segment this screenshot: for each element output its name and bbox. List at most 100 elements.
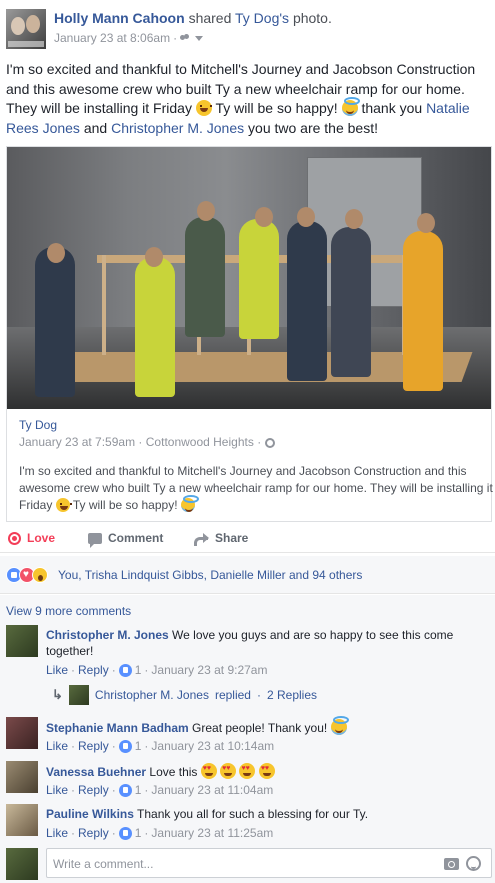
comment-icon	[88, 532, 102, 548]
footer-separator: ·	[144, 783, 149, 797]
commenter-name[interactable]: Pauline Wilkins	[46, 807, 134, 821]
like-count-icon	[118, 739, 132, 753]
comment-body: Pauline Wilkins Thank you all for such a…	[46, 806, 486, 822]
comment-like-link[interactable]: Like	[46, 783, 68, 797]
author-name-link[interactable]: Holly Mann Cahoon	[54, 10, 185, 26]
comment-footer: Like · Reply · 1 · January 23 at 11:25am	[46, 826, 273, 840]
love-reaction-icon	[8, 531, 21, 545]
comment-button[interactable]: Comment	[88, 531, 164, 548]
shared-author-link[interactable]: Ty Dog	[19, 418, 57, 432]
post-text-part2: Ty will be so happy!	[215, 100, 338, 116]
grin-emoji-icon	[195, 100, 212, 116]
commenter-avatar[interactable]	[6, 804, 38, 836]
comment-time[interactable]: January 23 at 11:25am	[151, 826, 273, 840]
post-text: I'm so excited and thankful to Mitchell'…	[6, 60, 490, 138]
like-count[interactable]: 1	[135, 739, 142, 753]
like-count-icon	[118, 663, 132, 677]
comments-section: View 9 more comments Christopher M. Jone…	[0, 595, 495, 883]
post-header: Holly Mann Cahoon shared Ty Dog's photo.…	[0, 0, 495, 58]
comment-reply-link[interactable]: Reply	[78, 739, 109, 753]
comment-time[interactable]: January 23 at 9:27am	[151, 663, 267, 677]
replies-count: 2 Replies	[266, 688, 318, 702]
post-title-line: Holly Mann Cahoon shared Ty Dog's photo.	[54, 10, 332, 26]
like-count[interactable]: 1	[135, 783, 142, 797]
love-button[interactable]: Love	[8, 531, 55, 545]
footer-separator: ·	[111, 826, 116, 840]
commenter-avatar[interactable]	[6, 717, 38, 749]
reactions-summary: You, Trisha Lindquist Gibbs, Danielle Mi…	[0, 556, 495, 594]
mention-christopher[interactable]: Christopher M. Jones	[111, 120, 244, 136]
shared-text: I'm so excited and thankful to Mitchell'…	[19, 463, 493, 514]
footer-separator: ·	[144, 663, 149, 677]
comment-body: Christopher M. Jones We love you guys an…	[46, 627, 486, 659]
replies-link[interactable]: ↳ Christopher M. Jones replied · 2 Repli…	[52, 685, 317, 705]
shared-meta: January 23 at 7:59am · Cottonwood Height…	[19, 435, 275, 449]
footer-separator: ·	[111, 663, 116, 677]
wow-reaction-icon	[32, 567, 48, 583]
comment-input-placeholder: Write a comment...	[53, 857, 154, 871]
angel-emoji-icon	[330, 716, 349, 735]
commenter-name[interactable]: Christopher M. Jones	[46, 628, 169, 642]
comment-reply-link[interactable]: Reply	[78, 663, 109, 677]
like-count[interactable]: 1	[135, 663, 142, 677]
replier-avatar	[68, 685, 89, 705]
shared-separator-2: ·	[257, 435, 262, 449]
commenter-avatar[interactable]	[6, 625, 38, 657]
comment-reply-link[interactable]: Reply	[78, 826, 109, 840]
comment-item: Christopher M. Jones We love you guys an…	[6, 625, 490, 715]
heart-eyes-emoji-icon	[239, 763, 256, 779]
like-count-icon	[118, 826, 132, 840]
angel-emoji-icon	[341, 97, 360, 116]
post-timestamp[interactable]: January 23 at 8:06am	[54, 31, 170, 45]
view-more-comments-link[interactable]: View 9 more comments	[6, 604, 131, 618]
current-user-avatar	[6, 848, 38, 880]
friends-privacy-icon[interactable]	[180, 33, 190, 43]
comment-item: Pauline Wilkins Thank you all for such a…	[6, 804, 490, 844]
comment-like-link[interactable]: Like	[46, 739, 68, 753]
like-count[interactable]: 1	[135, 826, 142, 840]
shared-post-card: Ty Dog January 23 at 7:59am · Cottonwood…	[6, 409, 493, 522]
reactions-text[interactable]: You, Trisha Lindquist Gibbs, Danielle Mi…	[58, 568, 362, 582]
shared-target-link[interactable]: Ty Dog's	[235, 10, 289, 26]
comment-like-link[interactable]: Like	[46, 663, 68, 677]
post-text-part4: you two are the best!	[248, 119, 378, 136]
reply-arrow-icon: ↳	[52, 687, 63, 702]
comment-label: Comment	[108, 531, 164, 545]
shared-timestamp[interactable]: January 23 at 7:59am	[19, 435, 135, 449]
comment-text: Thank you all for such a blessing for ou…	[137, 807, 369, 821]
commenter-name[interactable]: Vanessa Buehner	[46, 765, 146, 779]
footer-separator: ·	[256, 688, 261, 702]
comment-time[interactable]: January 23 at 10:14am	[151, 739, 274, 753]
like-count-icon	[118, 783, 132, 797]
comment-time[interactable]: January 23 at 11:04am	[151, 783, 273, 797]
footer-separator: ·	[111, 783, 116, 797]
replied-word: replied	[214, 688, 251, 702]
shared-separator: ·	[138, 435, 143, 449]
grin-emoji-icon	[55, 498, 72, 512]
share-button[interactable]: Share	[194, 531, 248, 546]
photo-word: photo.	[292, 10, 332, 26]
comment-reply-link[interactable]: Reply	[78, 783, 109, 797]
heart-eyes-emoji-icon	[220, 763, 237, 779]
shared-word: shared	[188, 10, 232, 26]
commenter-avatar[interactable]	[6, 761, 38, 793]
share-icon	[194, 532, 209, 546]
smiley-icon[interactable]	[466, 856, 481, 871]
camera-icon[interactable]	[444, 858, 459, 870]
shared-location[interactable]: Cottonwood Heights	[146, 435, 254, 449]
comment-item: Vanessa Buehner Love this Like · Reply ·…	[6, 761, 490, 801]
comment-like-link[interactable]: Like	[46, 826, 68, 840]
shared-text-part2: Ty will be so happy!	[72, 498, 178, 512]
shared-photo[interactable]	[6, 146, 492, 409]
comment-item: Stephanie Mann Badham Great people! Than…	[6, 716, 490, 757]
love-label: Love	[27, 531, 56, 545]
comment-input[interactable]: Write a comment...	[46, 848, 492, 878]
author-avatar[interactable]	[6, 9, 46, 49]
comment-footer: Like · Reply · 1 · January 23 at 10:14am	[46, 739, 274, 753]
comment-footer: Like · Reply · 1 · January 23 at 11:04am	[46, 783, 273, 797]
reaction-icons[interactable]	[6, 567, 48, 583]
comment-footer: Like · Reply · 1 · January 23 at 9:27am	[46, 663, 267, 677]
chevron-down-icon[interactable]	[195, 35, 204, 41]
commenter-name[interactable]: Stephanie Mann Badham	[46, 721, 189, 735]
globe-icon	[264, 438, 275, 448]
